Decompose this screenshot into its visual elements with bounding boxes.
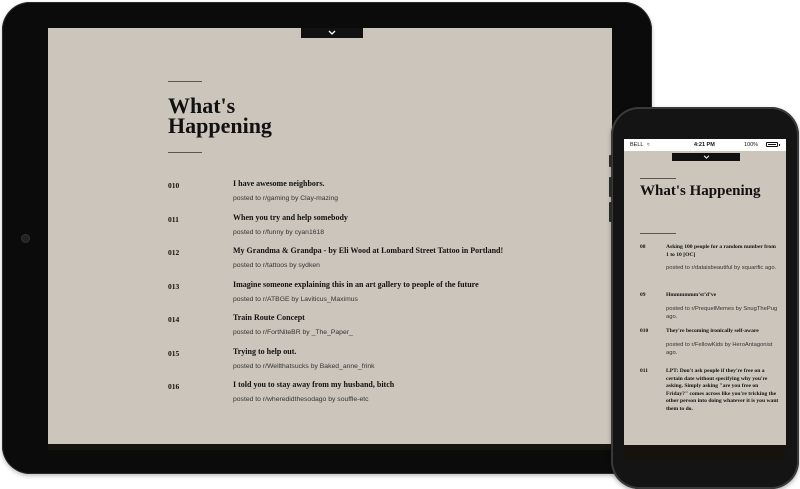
list-item[interactable]: 08 Asking 100 people for a random number… <box>640 244 780 292</box>
list-item[interactable]: 014 Train Route Concept posted to r/Fort… <box>168 312 588 346</box>
list-item[interactable]: 09 Hmmmmmm’st’d’ve posted to r/PrequelMe… <box>640 292 780 328</box>
item-title-link[interactable]: Imagine someone explaining this in an ar… <box>233 280 479 289</box>
list-item[interactable]: 013 Imagine someone explaining this in a… <box>168 279 588 313</box>
list-item[interactable]: 010 They're becoming ironically self-awa… <box>640 328 780 368</box>
page-title: What's Happening <box>640 183 761 199</box>
list-item[interactable]: 012 My Grandma & Grandpa - by Eli Wood a… <box>168 245 588 279</box>
item-meta: posted to r/gaming by Clay-mazing <box>233 195 339 202</box>
phone-bottom-bar <box>624 445 786 459</box>
phone-volume-down <box>609 202 612 222</box>
phone-menu-toggle[interactable] <box>672 153 740 161</box>
page-title: What's Happening <box>168 93 272 138</box>
item-number: 015 <box>168 348 180 358</box>
item-meta: posted to r/tattoos by sydken <box>233 262 320 269</box>
tablet-screen: What's Happening 010 I have awesome neig… <box>48 28 612 450</box>
item-meta: posted to r/ATBGE by Laviticus_Maximus <box>233 295 358 303</box>
tablet-device: What's Happening 010 I have awesome neig… <box>2 2 652 474</box>
heading-top-rule <box>640 178 676 179</box>
item-title-link[interactable]: They're becoming ironically self-aware <box>666 328 780 336</box>
carrier-label: BELL <box>630 142 644 148</box>
list-item[interactable]: 016 I told you to stay away from my husb… <box>168 379 588 413</box>
chevron-down-icon <box>328 30 336 35</box>
item-number: 016 <box>168 382 180 391</box>
chevron-down-icon <box>703 155 709 159</box>
post-list: 010 I have awesome neighbors. posted to … <box>168 178 588 413</box>
battery-icon <box>766 142 780 147</box>
item-title-link[interactable]: I told you to stay away from my husband,… <box>233 380 394 389</box>
status-time: 4:21 PM <box>694 142 715 148</box>
phone-volume-up <box>609 177 612 197</box>
item-meta: posted to r/PrequelMemes by SnugThePug a… <box>666 305 778 320</box>
item-number: 010 <box>640 328 649 334</box>
list-item[interactable]: 011 When you try and help somebody poste… <box>168 212 588 246</box>
item-meta: posted to r/Wellthatsucks by Baked_anne_… <box>233 362 375 370</box>
item-title-link[interactable]: Hmmmmmm’st’d’ve <box>666 292 780 300</box>
item-number: 010 <box>168 181 180 190</box>
tablet-menu-toggle[interactable] <box>301 28 363 38</box>
post-list: 08 Asking 100 people for a random number… <box>640 244 780 413</box>
item-title-link[interactable]: I have awesome neighbors. <box>233 179 325 188</box>
tablet-camera <box>22 235 29 242</box>
item-meta: posted to r/wheredidthesodago by souffle… <box>233 396 369 403</box>
phone-device: BELL ≈ 4:21 PM 100% What's Happening 08 … <box>609 107 799 489</box>
item-meta: posted to r/FortNiteBR by _The_Paper_ <box>233 329 353 336</box>
item-meta: posted to r/FellowKids by HeroAntagonist… <box>666 341 773 356</box>
phone-mute-switch <box>609 155 612 167</box>
status-bar: BELL ≈ 4:21 PM 100% <box>624 139 786 151</box>
item-number: 011 <box>640 368 648 374</box>
item-title-link[interactable]: When you try and help somebody <box>233 213 348 222</box>
wifi-icon: ≈ <box>647 142 650 148</box>
list-item[interactable]: 015 Trying to help out. posted to r/Well… <box>168 346 588 380</box>
phone-screen: BELL ≈ 4:21 PM 100% What's Happening 08 … <box>624 139 786 459</box>
battery-percent: 100% <box>744 142 759 148</box>
item-number: 09 <box>640 292 646 298</box>
item-number: 013 <box>168 281 180 291</box>
item-meta: posted to r/dataisbeautiful by squarific… <box>666 265 777 271</box>
item-number: 08 <box>640 244 646 250</box>
list-item[interactable]: 010 I have awesome neighbors. posted to … <box>168 178 588 212</box>
item-meta: posted to r/funny by cyan1618 <box>233 228 325 236</box>
list-item[interactable]: 011 LPT: Don't ask people if they're fre… <box>640 368 780 413</box>
item-number: 012 <box>168 248 180 257</box>
item-number: 014 <box>168 315 180 324</box>
heading-bottom-rule <box>168 152 202 153</box>
item-title-link[interactable]: LPT: Don't ask people if they're free on… <box>666 368 780 413</box>
item-title-link[interactable]: Train Route Concept <box>233 313 305 322</box>
item-title-link[interactable]: Asking 100 people for a random number fr… <box>666 244 780 259</box>
item-title-link[interactable]: Trying to help out. <box>233 347 296 356</box>
heading-bottom-rule <box>640 233 676 234</box>
item-title-link[interactable]: My Grandma & Grandpa - by Eli Wood at Lo… <box>233 246 503 255</box>
heading-top-rule <box>168 81 202 82</box>
item-number: 011 <box>168 214 179 224</box>
